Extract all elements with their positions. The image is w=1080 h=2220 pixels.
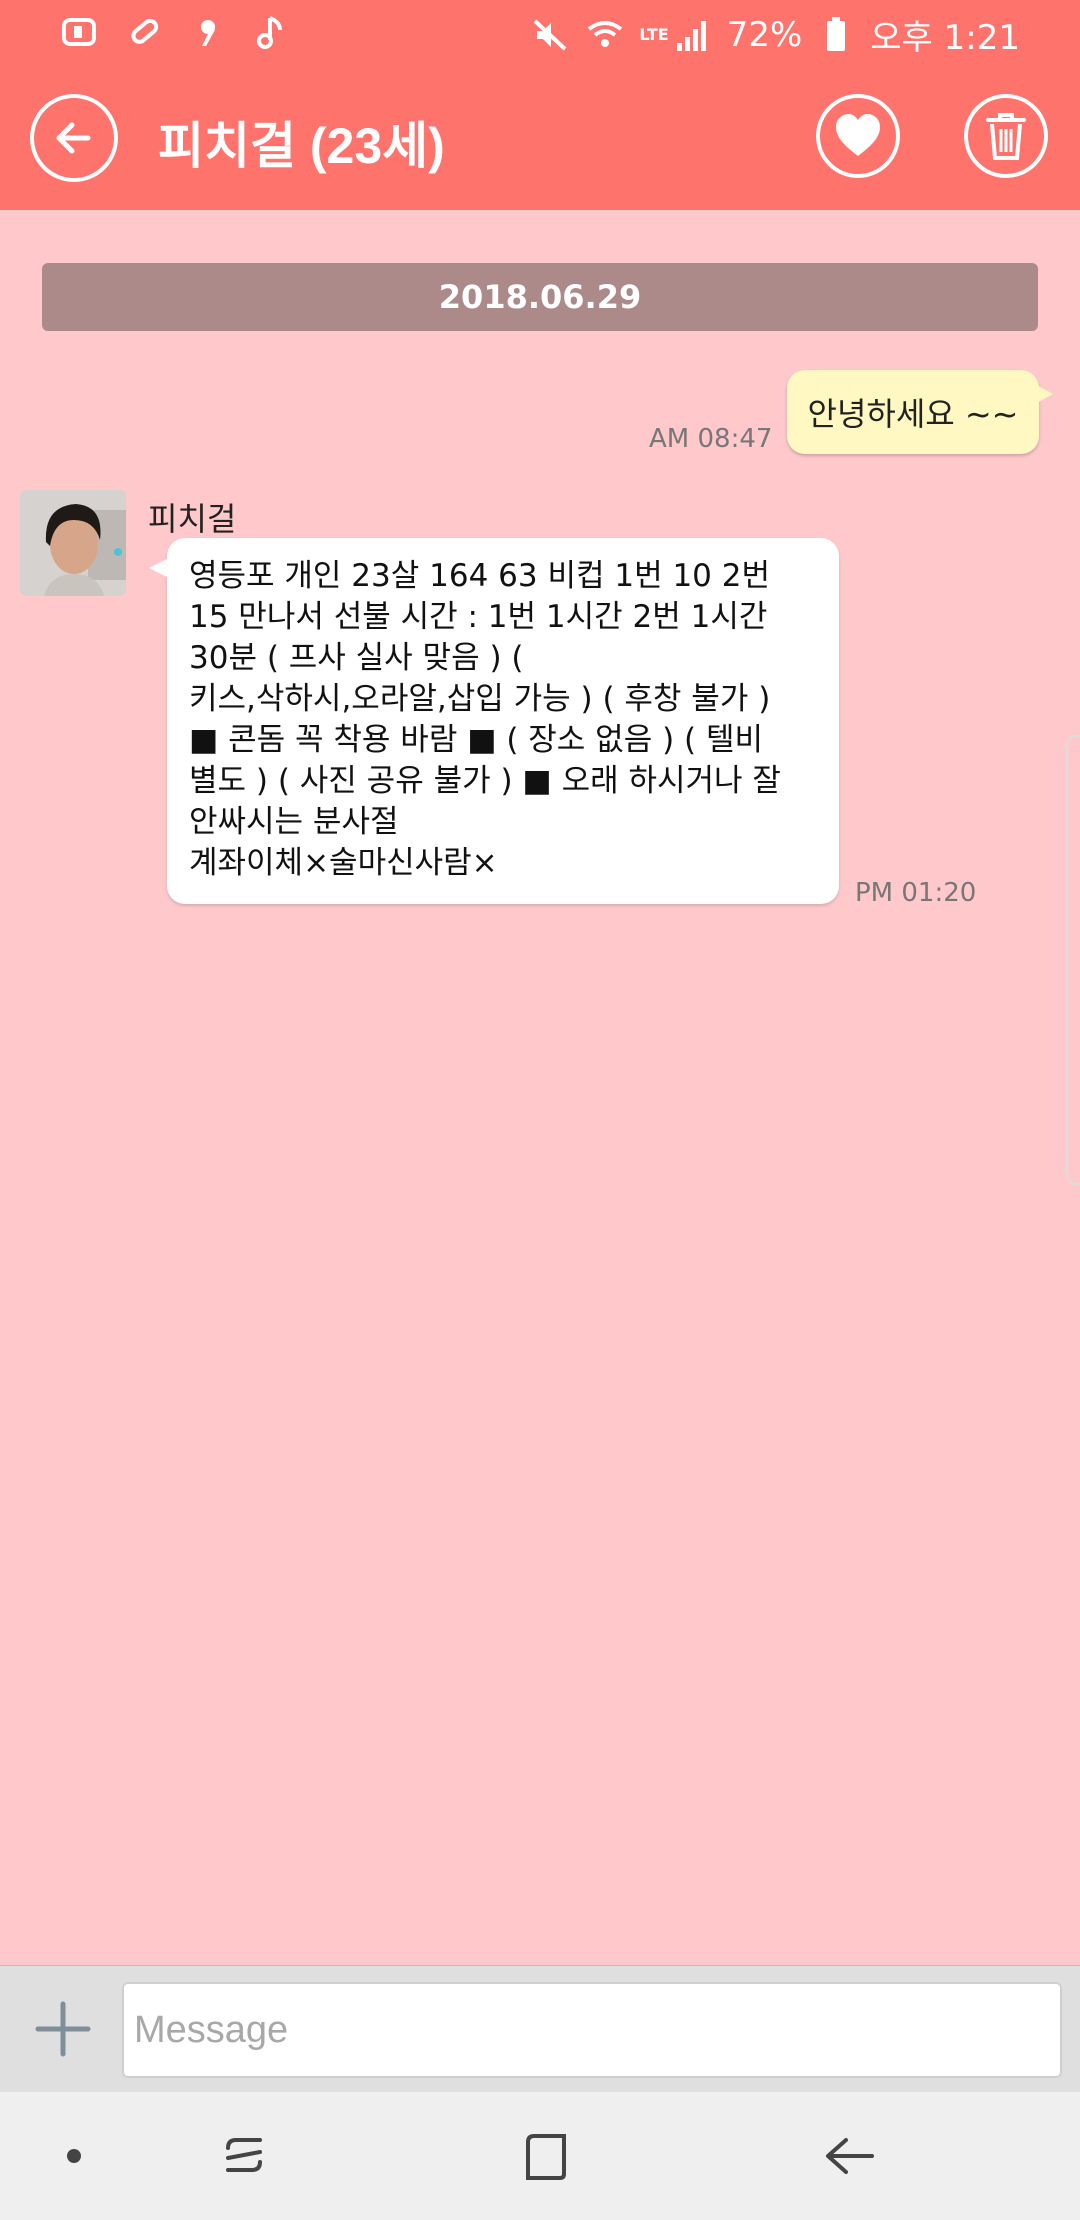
message-line: 키스,삭하시,오라알,삽입 가능 ) ( 후창 불가 )	[189, 681, 771, 717]
attach-button[interactable]	[34, 2000, 92, 2058]
recent-apps-icon	[226, 2138, 262, 2172]
avatar[interactable]	[20, 490, 126, 596]
delete-button[interactable]	[964, 94, 1048, 178]
quote-icon	[201, 20, 215, 46]
received-message-bubble[interactable]: 영등포 개인 23살 164 63 비컵 1번 10 2번 15 만나서 선불 …	[149, 538, 839, 904]
back-arrow-icon	[826, 2138, 874, 2174]
side-panel-handle[interactable]	[1066, 735, 1080, 1185]
wifi-icon	[588, 20, 623, 47]
pill-icon	[131, 18, 159, 44]
battery-percent: 72%	[726, 14, 803, 55]
sent-message-text: 안녕하세요 ~~	[807, 395, 1019, 433]
date-divider: 2018.06.29	[42, 263, 1038, 331]
message-line: 영등포 개인 23살 164 63 비컵 1번 10 2번	[189, 558, 770, 594]
profile-photo	[20, 490, 126, 596]
dot-icon	[67, 2149, 81, 2163]
nav-dot-button[interactable]	[44, 2126, 104, 2186]
battery-icon	[827, 16, 846, 51]
home-square-icon	[526, 2134, 566, 2180]
system-navigation-bar	[0, 2092, 1080, 2220]
message-line: ■ 콘돔 꼭 착용 바람 ■ ( 장소 없음 ) ( 텔비	[189, 722, 764, 758]
system-status: LTE 72% 오후 1:21	[531, 10, 1020, 59]
page-title: 피치걸 (23세)	[158, 118, 445, 174]
sent-message-time: AM 08:47	[649, 424, 773, 454]
status-bar: LTE 72% 오후 1:21	[0, 0, 1080, 64]
signal-icon	[676, 20, 706, 51]
message-composer	[0, 1965, 1080, 2092]
notification-icons	[60, 12, 292, 52]
chat-header: 피치걸 (23세)	[0, 64, 1080, 210]
sent-message-bubble[interactable]: 안녕하세요 ~~	[787, 370, 1053, 454]
message-line: 별도 ) ( 사진 공유 불가 ) ■ 오래 하시거나 잘	[189, 763, 781, 799]
message-line: 30분 ( 프사 실사 맞음 ) (	[189, 640, 524, 676]
message-line: 15 만나서 선불 시간 : 1번 1시간 2번 1시간	[189, 599, 768, 635]
clock: 오후 1:21	[870, 18, 1020, 58]
back-button[interactable]	[30, 94, 118, 182]
heart-icon	[836, 114, 880, 156]
recent-apps-button[interactable]	[214, 2126, 274, 2186]
music-note-icon	[257, 16, 282, 49]
app-notification-icon	[62, 18, 96, 46]
favorite-button[interactable]	[816, 94, 900, 178]
sender-name: 피치걸	[148, 500, 237, 538]
message-line: 계좌이체×술마신사람×	[189, 845, 498, 881]
trash-icon	[986, 113, 1026, 160]
plus-icon	[35, 2001, 91, 2057]
mute-icon	[533, 19, 567, 50]
arrow-left-icon	[56, 122, 91, 154]
back-nav-button[interactable]	[818, 2126, 878, 2186]
home-button[interactable]	[514, 2126, 574, 2186]
network-type: LTE	[639, 25, 669, 44]
message-line: 안싸시는 분사절	[189, 804, 399, 840]
message-input[interactable]	[122, 1982, 1062, 2078]
received-message-time: PM 01:20	[855, 878, 977, 908]
